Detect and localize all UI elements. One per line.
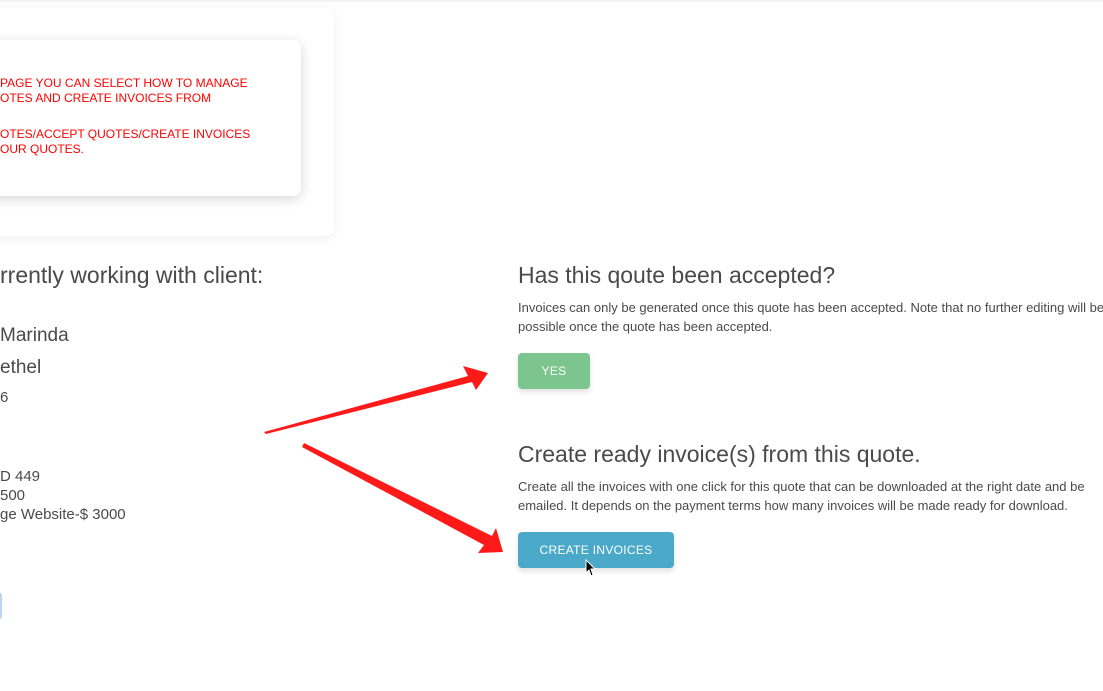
annotation-arrows [264,366,597,577]
arrow-annotation [302,443,503,553]
mouse-cursor-icon [585,558,597,577]
arrow-annotation [264,366,488,434]
